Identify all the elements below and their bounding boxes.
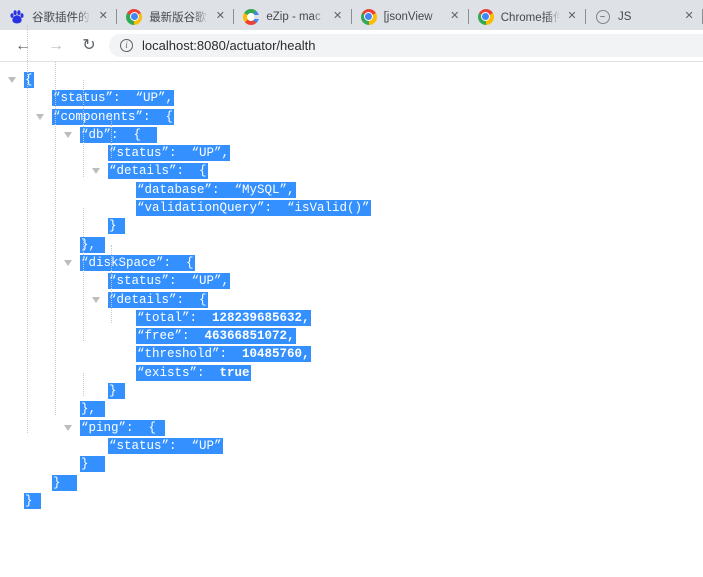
- tab[interactable]: Chrome插件✕: [469, 3, 586, 30]
- tab[interactable]: JS✕: [586, 3, 703, 30]
- tab[interactable]: eZip - mac✕: [234, 3, 351, 30]
- tab-close-icon[interactable]: ✕: [447, 9, 463, 25]
- json-line: “status”: “UP”,: [0, 272, 703, 290]
- tab-title: Chrome插件: [501, 9, 562, 25]
- json-line: “total”: 128239685632,: [0, 309, 703, 327]
- json-line: },: [0, 236, 703, 254]
- selected-json-text: }: [108, 218, 125, 234]
- tab-close-icon[interactable]: ✕: [212, 9, 228, 25]
- json-line: “details”: {: [0, 291, 703, 309]
- ezip-favicon-icon: [243, 9, 259, 25]
- url-text: localhost:8080/actuator/health: [142, 38, 315, 53]
- back-button[interactable]: ←: [10, 33, 36, 59]
- selected-json-text: }: [24, 493, 41, 509]
- tab-title: eZip - mac: [266, 11, 327, 23]
- reload-button[interactable]: ↻: [76, 33, 102, 59]
- tree-guide-line: [83, 208, 84, 341]
- selected-json-text: “exists”: true: [136, 365, 251, 381]
- json-line: “validationQuery”: “isValid()”: [0, 199, 703, 217]
- json-line: }: [0, 382, 703, 400]
- selected-json-text: “status”: “UP”: [108, 438, 223, 454]
- json-literal-value: true: [220, 366, 250, 380]
- collapse-arrow-icon[interactable]: [92, 297, 100, 303]
- tree-guide-line: [111, 245, 112, 323]
- json-line: “database”: “MySQL”,: [0, 181, 703, 199]
- tab-close-icon[interactable]: ✕: [330, 9, 346, 25]
- selected-json-text: }: [108, 383, 125, 399]
- forward-button[interactable]: →: [43, 33, 69, 59]
- tab-title: JS: [618, 11, 679, 23]
- collapse-arrow-icon[interactable]: [36, 114, 44, 120]
- selected-json-text: “diskSpace”: {: [80, 255, 195, 271]
- tab-close-icon[interactable]: ✕: [564, 9, 580, 25]
- selected-json-text: “details”: {: [108, 163, 208, 179]
- json-literal-value: 10485760,: [242, 347, 310, 361]
- selected-json-text: “status”: “UP”,: [52, 90, 174, 106]
- json-line: }: [0, 455, 703, 473]
- collapse-arrow-icon[interactable]: [64, 260, 72, 266]
- json-literal-value: 46366851072,: [205, 329, 295, 343]
- selected-json-text: {: [24, 72, 34, 88]
- browser-window: 谷歌插件的✕最新版谷歌✕eZip - mac✕[jsonView✕Chrome插…: [0, 0, 703, 576]
- json-literal-value: 128239685632,: [212, 311, 310, 325]
- collapse-arrow-icon[interactable]: [64, 132, 72, 138]
- collapse-arrow-icon[interactable]: [8, 77, 16, 83]
- tab-strip: 谷歌插件的✕最新版谷歌✕eZip - mac✕[jsonView✕Chrome插…: [0, 0, 703, 30]
- page-info-icon[interactable]: i: [120, 39, 133, 52]
- json-line: “ping”: {: [0, 419, 703, 437]
- tab-title: 最新版谷歌: [149, 9, 210, 25]
- tab-close-icon[interactable]: ✕: [681, 9, 697, 25]
- collapse-arrow-icon[interactable]: [92, 168, 100, 174]
- tab[interactable]: 最新版谷歌✕: [117, 3, 234, 30]
- json-line: “status”: “UP”,: [0, 89, 703, 107]
- browser-toolbar: ← → ↻ i localhost:8080/actuator/health: [0, 30, 703, 62]
- json-line: “details”: {: [0, 162, 703, 180]
- tab[interactable]: 谷歌插件的✕: [0, 3, 117, 30]
- chrome-favicon-icon: [126, 9, 142, 25]
- tab[interactable]: [jsonView✕: [352, 3, 469, 30]
- json-viewer: { “status”: “UP”, “components”: { “db”: { “…: [0, 62, 703, 576]
- selected-json-text: “database”: “MySQL”,: [136, 182, 296, 198]
- selected-json-text: “status”: “UP”,: [108, 273, 230, 289]
- json-line: “status”: “UP”,: [0, 144, 703, 162]
- tree-guide-line: [27, 25, 28, 433]
- tab-title: [jsonView: [384, 11, 445, 23]
- selected-json-text: }: [52, 475, 77, 491]
- selected-json-text: “components”: {: [52, 109, 174, 125]
- selected-json-text: “db”: {: [80, 127, 157, 143]
- selected-json-text: “validationQuery”: “isValid()”: [136, 200, 371, 216]
- json-line: “diskSpace”: {: [0, 254, 703, 272]
- tree-guide-line: [55, 62, 56, 415]
- chrome-favicon-icon: [361, 9, 377, 25]
- tree-guide-line: [83, 373, 84, 396]
- tab-close-icon[interactable]: ✕: [95, 9, 111, 25]
- tree-guide-line: [83, 80, 84, 177]
- json-line: “status”: “UP”: [0, 437, 703, 455]
- selected-json-text: }: [80, 456, 105, 472]
- chrome-favicon-icon: [478, 9, 494, 25]
- tab-title: 谷歌插件的: [32, 9, 93, 25]
- baidu-favicon-icon: [9, 9, 25, 25]
- json-line: “threshold”: 10485760,: [0, 345, 703, 363]
- tree-guide-line: [111, 116, 112, 158]
- json-line: }: [0, 492, 703, 510]
- generic-favicon-icon: [596, 10, 610, 24]
- selected-json-text: “total”: 128239685632,: [136, 310, 311, 326]
- json-line: {: [0, 71, 703, 89]
- collapse-arrow-icon[interactable]: [64, 425, 72, 431]
- json-line: “db”: {: [0, 126, 703, 144]
- json-line: “free”: 46366851072,: [0, 327, 703, 345]
- json-line: }: [0, 474, 703, 492]
- selected-json-text: “status”: “UP”,: [108, 145, 230, 161]
- selected-json-text: “free”: 46366851072,: [136, 328, 296, 344]
- json-line: “exists”: true: [0, 364, 703, 382]
- selected-json-text: “details”: {: [108, 292, 208, 308]
- selected-json-text: “threshold”: 10485760,: [136, 346, 311, 362]
- json-line: },: [0, 400, 703, 418]
- address-bar[interactable]: i localhost:8080/actuator/health: [109, 34, 703, 57]
- json-line: “components”: {: [0, 108, 703, 126]
- selected-json-text: },: [80, 401, 105, 417]
- json-line: }: [0, 217, 703, 235]
- selected-json-text: “ping”: {: [80, 420, 165, 436]
